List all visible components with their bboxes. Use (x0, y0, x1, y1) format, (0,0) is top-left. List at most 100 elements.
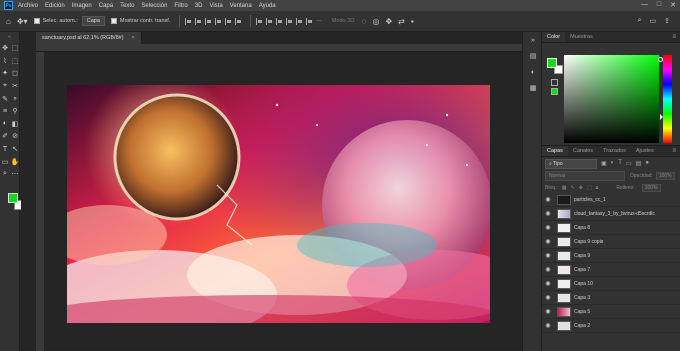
layer-row[interactable]: ◉ Capa 5 (542, 305, 680, 319)
visibility-eye-icon[interactable]: ◉ (542, 294, 554, 301)
distribute-left-icon[interactable] (286, 17, 293, 25)
lock-artboard-icon[interactable]: ⬚ (587, 185, 592, 191)
dodge-tool[interactable]: ◧ (10, 118, 20, 131)
menu-3d[interactable]: 3D (195, 3, 203, 9)
distribute-middle-icon[interactable] (266, 17, 273, 25)
foreground-color-swatch[interactable] (547, 58, 557, 68)
zoom-tool[interactable]: ⌕ (0, 168, 10, 181)
layer-row[interactable]: ◉ particles_cc_1 (542, 193, 680, 207)
document-tab[interactable]: sanctuary.psd al 62,1% (RGB/8#) × (36, 32, 142, 44)
align-bottom-icon[interactable] (235, 17, 242, 25)
more-tools-icon[interactable]: ⋯ (10, 168, 20, 181)
tab-swatches[interactable]: Muestras (565, 32, 598, 42)
menu-seleccion[interactable]: Selección (141, 3, 167, 9)
layer-row[interactable]: ◉ Capa 7 (542, 263, 680, 277)
vertical-ruler[interactable] (36, 52, 44, 351)
menu-filtro[interactable]: Filtro (174, 3, 187, 9)
close-document-icon[interactable]: × (132, 35, 135, 41)
eyedropper-tool[interactable]: ⌖ (0, 80, 10, 93)
visibility-eye-icon[interactable]: ◉ (542, 210, 554, 217)
color-panel-menu-icon[interactable]: ≡ (672, 32, 680, 42)
history-brush-tool[interactable]: ≡ (0, 105, 10, 118)
share-icon[interactable]: ⇪ (664, 17, 670, 25)
fill-input[interactable]: 100% (641, 183, 661, 192)
lock-position-icon[interactable]: ✥ (579, 185, 583, 191)
web-safe-color-icon[interactable] (551, 88, 558, 95)
hue-slider[interactable] (663, 55, 672, 143)
visibility-eye-icon[interactable]: ◉ (542, 308, 554, 315)
filter-smart-object-icon[interactable]: ▤ (636, 160, 642, 167)
menu-ayuda[interactable]: Ayuda (259, 3, 276, 9)
crop-tool[interactable]: ◻ (10, 67, 20, 80)
visibility-eye-icon[interactable]: ◉ (542, 252, 554, 259)
menu-imagen[interactable]: Imagen (72, 3, 92, 9)
distribute-bottom-icon[interactable] (276, 17, 283, 25)
align-top-icon[interactable] (215, 17, 222, 25)
document-canvas[interactable] (67, 85, 490, 323)
brush-tool[interactable]: ✎ (0, 92, 10, 105)
tab-channels[interactable]: Canales (568, 146, 598, 156)
rectangle-tool[interactable]: ▭ (0, 155, 10, 168)
visibility-eye-icon[interactable]: ◉ (542, 266, 554, 273)
lock-transparency-icon[interactable]: ▦ (562, 185, 567, 191)
tab-adjustments[interactable]: Ajustes (631, 146, 659, 156)
filter-shape-icon[interactable]: ▭ (626, 160, 632, 167)
move-tool-icon[interactable]: ✥▾ (17, 17, 28, 26)
layer-row[interactable]: ◉ Capa 10 (542, 277, 680, 291)
workspace-icon[interactable]: ▭ (650, 17, 657, 25)
distribute-top-icon[interactable] (256, 17, 263, 25)
layer-row[interactable]: ◉ Capa 8 (542, 221, 680, 235)
distribute-center-icon[interactable] (296, 17, 303, 25)
layer-row[interactable]: ◉ Capa 9 (542, 249, 680, 263)
horizontal-ruler[interactable] (36, 44, 522, 52)
distribute-right-icon[interactable] (306, 17, 313, 25)
marquee-tool[interactable]: ⬚ (10, 42, 20, 55)
more-options-icon[interactable]: ··· (316, 18, 322, 24)
visibility-eye-icon[interactable]: ◉ (542, 238, 554, 245)
foreground-color-swatch[interactable] (8, 193, 18, 203)
quick-selection-tool[interactable]: ⬚ (10, 55, 20, 68)
align-left-icon[interactable] (185, 17, 192, 25)
blend-mode-select[interactable]: Normal (545, 171, 625, 181)
visibility-eye-icon[interactable]: ◉ (542, 280, 554, 287)
roll-3d-icon[interactable]: ◎ (372, 17, 379, 26)
saturation-brightness-field[interactable] (564, 55, 659, 143)
minimize-button[interactable]: — (641, 1, 648, 9)
eraser-tool[interactable]: ⚲ (10, 105, 20, 118)
collapse-dock-icon[interactable]: » (523, 32, 543, 48)
magic-wand-tool[interactable]: ✦ (0, 67, 10, 80)
collapse-tools-icon[interactable]: « (0, 32, 19, 42)
align-right-icon[interactable] (205, 17, 212, 25)
menu-edicion[interactable]: Edición (45, 3, 65, 9)
pen-tool[interactable]: ✐ (0, 130, 10, 143)
type-tool[interactable]: T (0, 143, 10, 156)
opacity-input[interactable]: 100% (655, 172, 675, 180)
menu-archivo[interactable]: Archivo (18, 3, 38, 9)
autoselect-target-select[interactable]: Capa (81, 16, 105, 26)
out-of-gamut-icon[interactable] (551, 79, 558, 86)
search-icon[interactable]: ⌕ (638, 17, 642, 25)
stamp-tool[interactable]: ⚬ (10, 92, 20, 105)
rotate-3d-icon[interactable]: ◌ (362, 17, 367, 26)
hand-tool[interactable]: ✋ (10, 155, 20, 168)
slice-tool[interactable]: ✂ (10, 80, 20, 93)
path-selection-tool[interactable]: ↖ (10, 143, 20, 156)
menu-ventana[interactable]: Ventana (230, 3, 252, 9)
blur-tool[interactable]: ⊘ (10, 130, 20, 143)
properties-panel-icon[interactable]: ▦ (523, 80, 543, 96)
filter-type-icon[interactable]: T (618, 160, 622, 167)
close-window-button[interactable]: ✕ (670, 1, 676, 9)
show-transform-checkbox[interactable] (110, 18, 117, 24)
maximize-button[interactable]: □ (657, 1, 661, 9)
autoselect-checkbox[interactable] (33, 18, 40, 24)
filter-toggle-icon[interactable]: ● (645, 160, 649, 167)
filter-pixel-icon[interactable]: ▣ (601, 160, 607, 167)
home-icon[interactable]: ⌂ (6, 17, 11, 26)
visibility-eye-icon[interactable]: ◉ (542, 322, 554, 329)
layer-row[interactable]: ◉ Capa 9 copia (542, 235, 680, 249)
lock-pixels-icon[interactable]: ✎ (571, 185, 575, 191)
tab-color[interactable]: Color (542, 32, 566, 42)
lasso-tool[interactable]: ⌇ (0, 55, 10, 68)
menu-capa[interactable]: Capa (99, 3, 113, 9)
menu-texto[interactable]: Texto (120, 3, 134, 9)
